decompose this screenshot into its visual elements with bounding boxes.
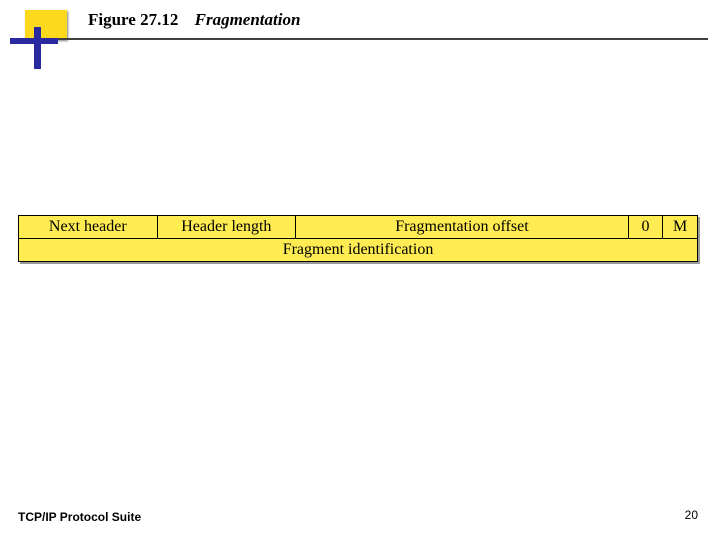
cell-header-length: Header length (157, 216, 296, 239)
slide-bullet-decor (8, 24, 82, 74)
figure-number: Figure 27.12 (88, 10, 178, 29)
cell-zero-bit: 0 (628, 216, 663, 239)
table-row: Next header Header length Fragmentation … (19, 216, 698, 239)
figure-caption: Fragmentation (195, 10, 301, 29)
title-divider (58, 38, 708, 40)
decor-blue-vertical (34, 27, 41, 69)
fragmentation-header-diagram: Next header Header length Fragmentation … (18, 215, 698, 262)
decor-yellow (25, 10, 67, 40)
footer-suite: TCP/IP Protocol Suite (18, 510, 141, 524)
fragmentation-header-table: Next header Header length Fragmentation … (18, 215, 698, 262)
cell-m-bit: M (663, 216, 698, 239)
table-row: Fragment identification (19, 239, 698, 262)
page-number: 20 (685, 508, 698, 522)
cell-next-header: Next header (19, 216, 158, 239)
cell-fragment-identification: Fragment identification (19, 239, 698, 262)
figure-title: Figure 27.12 Fragmentation (88, 10, 300, 30)
cell-fragmentation-offset: Fragmentation offset (296, 216, 629, 239)
